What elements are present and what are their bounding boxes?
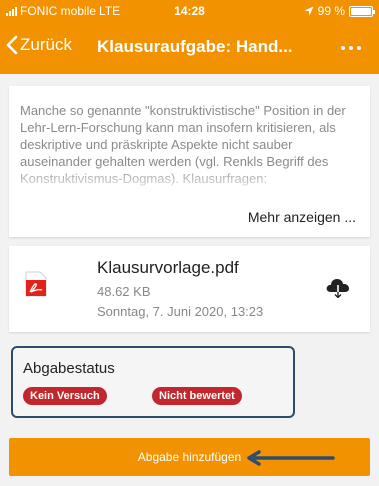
attachment-card[interactable]: Klausurvorlage.pdf 48.62 KB Sonntag, 7. …	[9, 246, 370, 332]
pdf-icon	[25, 271, 47, 297]
file-size: 48.62 KB	[97, 284, 151, 299]
back-button[interactable]: Zurück	[6, 35, 72, 55]
location-arrow-icon	[304, 6, 314, 16]
submission-status-panel: Abgabestatus Kein Versuch Nicht bewertet	[11, 346, 295, 418]
back-label: Zurück	[20, 35, 72, 54]
navigation-bar: Zurück Klausuraufgabe: Hand...	[0, 22, 379, 74]
show-more-link[interactable]: Mehr anzeigen ...	[248, 209, 356, 225]
submission-status-label: Abgabestatus	[23, 360, 115, 377]
file-date: Sonntag, 7. Juni 2020, 13:23	[97, 304, 264, 319]
more-icon[interactable]	[341, 46, 361, 50]
description-fade	[9, 166, 370, 196]
status-bar: FONIC mobile LTE 14:28 99 %	[0, 0, 379, 22]
grading-status-badge: Nicht bewertet	[152, 387, 242, 405]
description-card: Manche so genannte "konstruktivistische"…	[9, 86, 370, 237]
arrow-left-icon	[247, 450, 335, 466]
page-title: Klausuraufgabe: Hand...	[97, 37, 293, 56]
file-name: Klausurvorlage.pdf	[97, 258, 239, 277]
cloud-download-icon[interactable]	[325, 276, 351, 298]
battery-percent: 99 %	[317, 4, 345, 18]
battery-info: 99 %	[304, 4, 375, 18]
attempt-status-badge: Kein Versuch	[23, 387, 107, 405]
battery-icon	[349, 5, 375, 17]
chevron-left-icon	[6, 35, 18, 55]
